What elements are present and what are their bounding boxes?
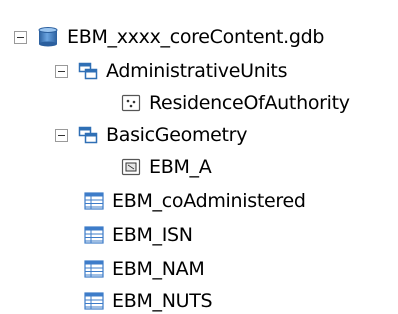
tree-node-table[interactable]: EBM_ISN <box>84 220 193 250</box>
tree-node-table[interactable]: EBM_coAdministered <box>84 186 306 216</box>
feature-dataset-icon <box>78 62 98 80</box>
collapse-toggle[interactable] <box>55 128 68 142</box>
tree-node-label: BasicGeometry <box>106 124 248 146</box>
tree-node-label: EBM_NAM <box>112 258 205 280</box>
tree-node-point-feature-class[interactable]: ResidenceOfAuthority <box>121 88 350 118</box>
table-icon <box>84 292 104 310</box>
table-icon <box>84 192 104 210</box>
geodatabase-icon <box>38 27 58 47</box>
tree-node-label: EBM_xxxx_coreContent.gdb <box>67 26 325 48</box>
table-icon <box>84 226 104 244</box>
tree-node-feature-dataset[interactable]: BasicGeometry <box>55 120 247 150</box>
table-icon <box>84 260 104 278</box>
tree-node-label: EBM_ISN <box>112 224 193 246</box>
collapse-toggle[interactable] <box>14 30 27 44</box>
tree-node-table[interactable]: EBM_NUTS <box>84 286 213 314</box>
feature-dataset-icon <box>78 126 98 144</box>
tree-node-table[interactable]: EBM_NAM <box>84 254 205 284</box>
tree-node-label: EBM_NUTS <box>112 290 213 312</box>
tree-node-label: AdministrativeUnits <box>106 60 288 82</box>
collapse-toggle[interactable] <box>55 64 68 78</box>
polygon-feature-class-icon <box>121 158 141 176</box>
tree-node-label: ResidenceOfAuthority <box>149 92 350 114</box>
point-feature-class-icon <box>121 94 141 112</box>
tree-node-label: EBM_coAdministered <box>112 190 306 212</box>
tree-node-geodatabase[interactable]: EBM_xxxx_coreContent.gdb <box>14 22 324 52</box>
tree-node-polygon-feature-class[interactable]: EBM_A <box>121 152 212 182</box>
tree-node-label: EBM_A <box>149 156 212 178</box>
tree-node-feature-dataset[interactable]: AdministrativeUnits <box>55 56 287 86</box>
